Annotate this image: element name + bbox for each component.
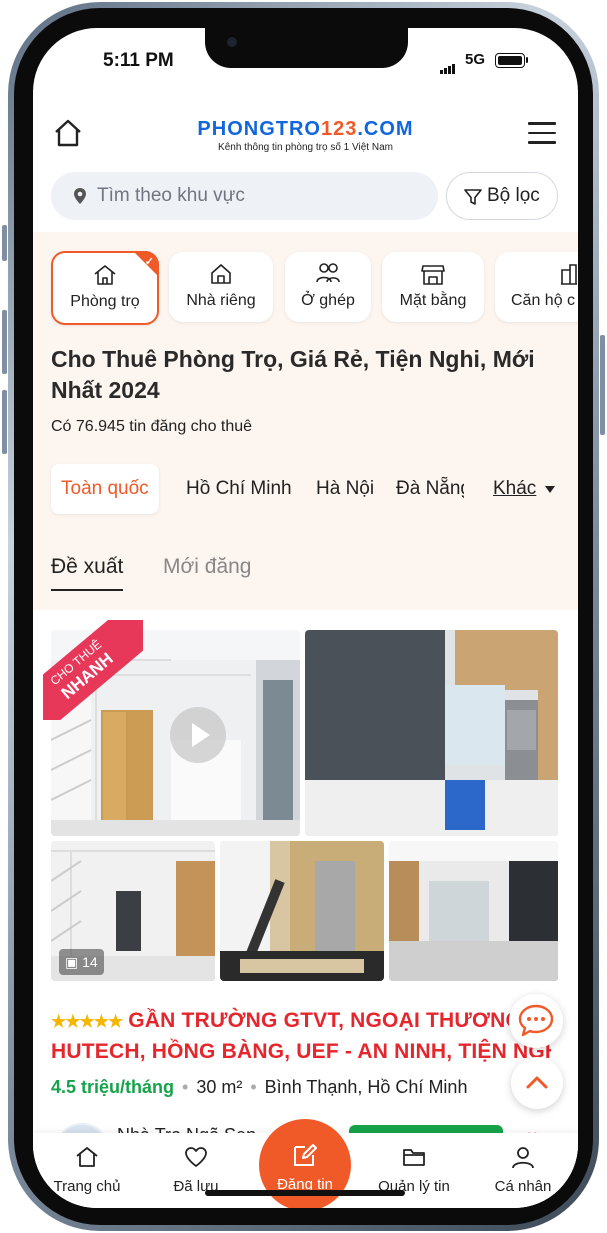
sort-tabs: Đề xuất Mới đăng bbox=[51, 550, 566, 598]
listing-location: Bình Thạnh, Hồ Chí Minh bbox=[264, 1077, 468, 1097]
rating-stars: ★★★★★ bbox=[51, 1012, 123, 1031]
tab-moi-dang[interactable]: Mới đăng bbox=[163, 555, 251, 579]
filter-label: Bộ lọc bbox=[487, 185, 540, 206]
region-toan-quoc[interactable]: Toàn quốc bbox=[51, 464, 159, 514]
nav-home-label: Trang chủ bbox=[53, 1178, 121, 1195]
category-label: Căn hộ c bbox=[511, 292, 576, 309]
category-label: Ở ghép bbox=[301, 292, 355, 309]
battery-icon bbox=[495, 53, 525, 68]
search-input[interactable]: Tìm theo khu vực bbox=[51, 172, 438, 220]
site-logo[interactable]: PHONGTRO123.COM Kênh thông tin phòng trọ… bbox=[193, 118, 418, 153]
category-can-ho[interactable]: Căn hộ c bbox=[495, 252, 578, 322]
listing-photo-5[interactable] bbox=[389, 841, 558, 981]
listing-photo-3[interactable]: ▣ 14 bbox=[51, 841, 215, 981]
filter-button[interactable]: Bộ lọc bbox=[446, 172, 558, 220]
caret-down-icon bbox=[545, 486, 555, 493]
power-button bbox=[600, 335, 605, 435]
signal-icon bbox=[440, 56, 456, 74]
tab-de-xuat[interactable]: Đề xuất bbox=[51, 555, 124, 591]
listing-title-line2: HUTECH, HỒNG BÀNG, UEF - AN NINH, TIỆN N… bbox=[51, 1040, 551, 1063]
house-icon bbox=[209, 262, 233, 291]
user-icon bbox=[512, 1147, 534, 1169]
home-icon[interactable] bbox=[51, 116, 85, 150]
region-da-nang[interactable]: Đà Nẵng bbox=[396, 464, 464, 514]
screen: 5:11 PM 5G PHONGTRO123.COM Kênh thông ti… bbox=[33, 28, 578, 1208]
volume-down-button bbox=[2, 390, 7, 454]
photo-count-badge: ▣ 14 bbox=[59, 949, 104, 975]
chevron-up-icon bbox=[526, 1076, 548, 1089]
region-khac[interactable]: Khác bbox=[493, 464, 536, 514]
nav-manage[interactable]: Quản lý tin bbox=[364, 1145, 464, 1195]
status-time: 5:11 PM bbox=[103, 50, 174, 71]
image-icon: ▣ bbox=[65, 954, 83, 970]
page-title: Cho Thuê Phòng Trọ, Giá Rẻ, Tiện Nghi, M… bbox=[51, 346, 535, 403]
category-mat-bang[interactable]: Mặt bằng bbox=[382, 252, 484, 322]
logo-wordmark: PHONGTRO123.COM bbox=[197, 118, 414, 140]
home-outline-icon bbox=[92, 263, 118, 292]
category-o-ghep[interactable]: Ở ghép bbox=[285, 252, 371, 322]
listing-title[interactable]: ★★★★★ GẦN TRƯỜNG GTVT, NGOẠI THƯƠNG HUTE… bbox=[51, 1006, 551, 1067]
folder-icon bbox=[403, 1149, 425, 1166]
volume-up-button bbox=[2, 310, 7, 374]
home-indicator bbox=[205, 1190, 405, 1196]
nav-profile[interactable]: Cá nhân bbox=[473, 1145, 573, 1195]
battery-tip bbox=[526, 57, 528, 63]
listing-photo-2[interactable] bbox=[305, 630, 558, 836]
hamburger-menu-icon[interactable] bbox=[528, 122, 556, 146]
building-icon bbox=[560, 262, 578, 291]
listing-price: 4.5 triệu/tháng bbox=[51, 1077, 175, 1097]
fast-rent-ribbon: CHO THUÊ NHANH bbox=[43, 620, 143, 720]
listing-meta: 4.5 triệu/tháng • 30 m² • Bình Thạnh, Hồ Chí… bbox=[51, 1077, 468, 1097]
hero-section: ✓ Phòng trọ Nhà riêng Ở ghép Mặt bằng Că… bbox=[33, 232, 578, 610]
nav-home[interactable]: Trang chủ bbox=[37, 1145, 137, 1195]
category-row: ✓ Phòng trọ Nhà riêng Ở ghép Mặt bằng Că… bbox=[51, 251, 578, 326]
heart-icon bbox=[185, 1147, 207, 1167]
home-icon bbox=[76, 1147, 98, 1167]
category-label: Phòng trọ bbox=[70, 293, 140, 310]
edit-icon bbox=[294, 1144, 317, 1166]
storefront-icon bbox=[420, 262, 446, 291]
bottom-navigation: Trang chủ Đã lưu Đăng tin Quản lý tin Cá… bbox=[33, 1119, 578, 1208]
chat-bubble-icon bbox=[518, 1004, 554, 1037]
action-button bbox=[2, 225, 7, 261]
listing-title-line1: GẦN TRƯỜNG GTVT, NGOẠI THƯƠNG bbox=[128, 1009, 523, 1032]
region-filter: Toàn quốc Hồ Chí Minh Hà Nội Đà Nẵng Khá… bbox=[51, 464, 578, 516]
play-video-icon[interactable] bbox=[170, 707, 226, 763]
region-ha-noi[interactable]: Hà Nội bbox=[316, 464, 374, 514]
photo-count: 14 bbox=[82, 954, 98, 970]
nav-profile-label: Cá nhân bbox=[494, 1178, 552, 1195]
location-pin-icon bbox=[73, 187, 87, 210]
category-nha-rieng[interactable]: Nhà riêng bbox=[169, 252, 273, 322]
people-icon bbox=[315, 262, 341, 289]
category-label: Nhà riêng bbox=[186, 292, 256, 309]
chat-button[interactable] bbox=[509, 994, 563, 1048]
category-label: Mặt bằng bbox=[399, 292, 467, 309]
listing-area: 30 m² bbox=[196, 1077, 243, 1097]
network-label: 5G bbox=[465, 51, 486, 68]
logo-tagline: Kênh thông tin phòng trọ số 1 Việt Nam bbox=[218, 142, 393, 153]
check-icon: ✓ bbox=[144, 256, 154, 268]
listing-photo-4[interactable] bbox=[220, 841, 384, 981]
dynamic-island bbox=[205, 28, 408, 68]
search-placeholder: Tìm theo khu vực bbox=[97, 185, 245, 206]
category-phong-tro[interactable]: ✓ Phòng trọ bbox=[51, 251, 159, 325]
listing-count: Có 76.945 tin đăng cho thuê bbox=[51, 418, 253, 435]
camera-icon bbox=[227, 37, 237, 47]
region-ho-chi-minh[interactable]: Hồ Chí Minh bbox=[186, 464, 292, 514]
scroll-top-button[interactable] bbox=[511, 1057, 563, 1109]
nav-saved[interactable]: Đã lưu bbox=[146, 1145, 246, 1195]
funnel-icon bbox=[463, 187, 483, 212]
